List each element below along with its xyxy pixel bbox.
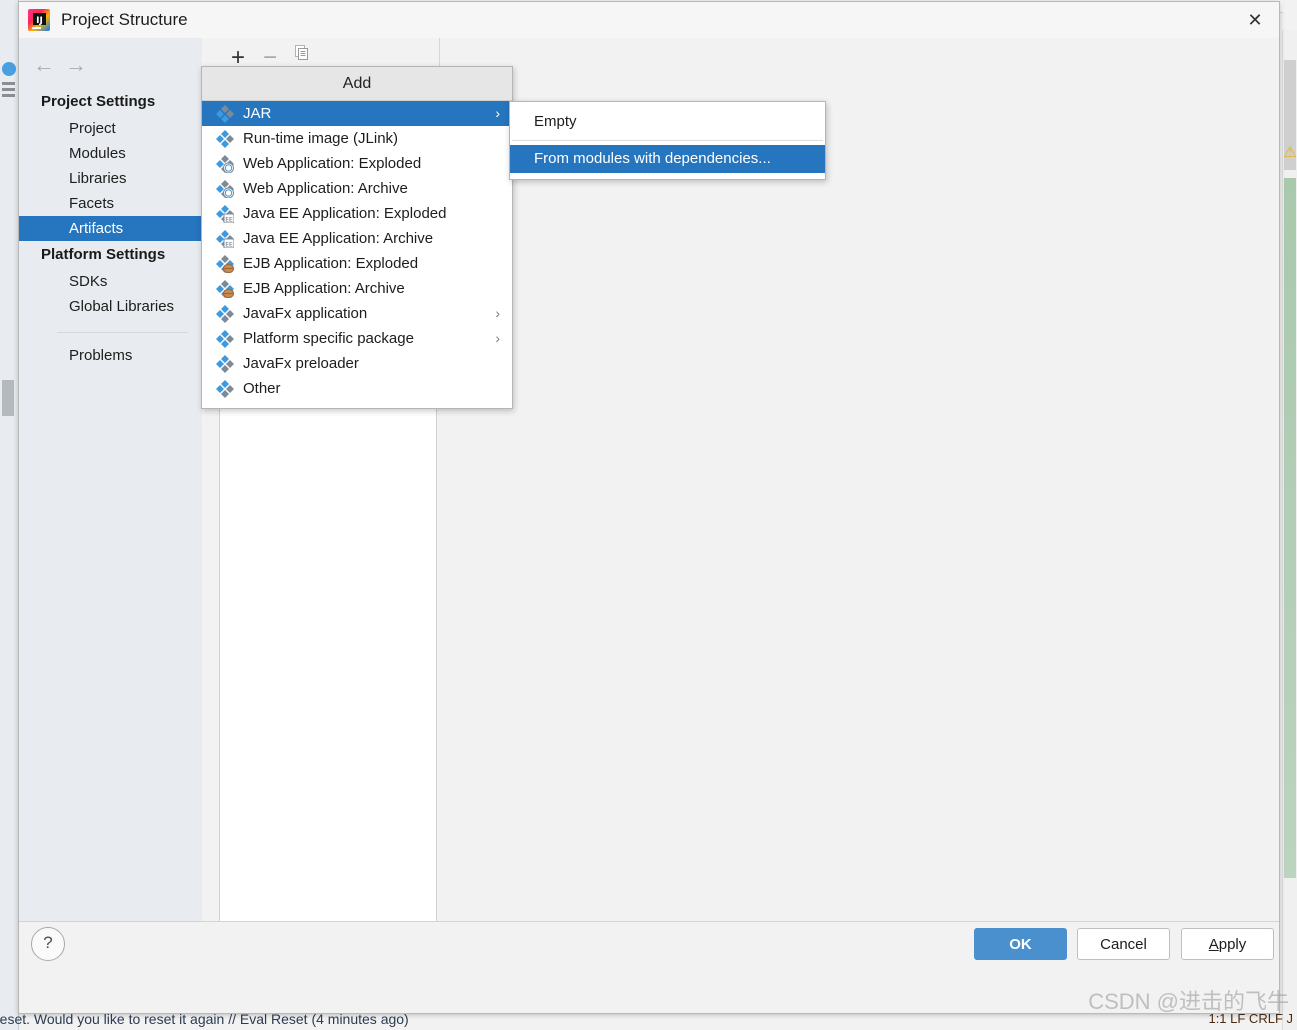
- sidebar-item-project[interactable]: Project: [19, 116, 202, 141]
- jar-submenu: Empty From modules with dependencies...: [509, 101, 826, 180]
- artifact-jar-icon: [216, 105, 234, 123]
- artifact-javafx-icon: [216, 305, 234, 323]
- menu-item-platform-specific-package[interactable]: Platform specific package ›: [202, 326, 512, 351]
- sidebar-item-artifacts[interactable]: Artifacts: [19, 216, 202, 241]
- menu-item-java-ee-application-exploded[interactable]: EE Java EE Application: Exploded: [202, 201, 512, 226]
- artifact-web-icon: [216, 155, 234, 173]
- dialog-button-bar: ? OK Cancel Apply: [19, 921, 1279, 968]
- add-menu-items: JAR › Run-time image (JLink) Web Applica…: [202, 101, 512, 408]
- menu-item-runtime-image-jlink[interactable]: Run-time image (JLink): [202, 126, 512, 151]
- sidebar-item-problems[interactable]: Problems: [19, 343, 202, 368]
- cancel-button[interactable]: Cancel: [1077, 928, 1170, 960]
- submenu-bottom-padding: [510, 173, 825, 179]
- menu-item-label: JAR: [243, 105, 272, 122]
- menu-item-java-ee-application-archive[interactable]: EE Java EE Application: Archive: [202, 226, 512, 251]
- sidebar-item-modules[interactable]: Modules: [19, 141, 202, 166]
- svg-text:EE: EE: [225, 217, 233, 224]
- warning-triangle-icon[interactable]: ⚠: [1283, 142, 1297, 164]
- menu-item-web-application-archive[interactable]: Web Application: Archive: [202, 176, 512, 201]
- intellij-idea-logo-icon: IJ: [28, 9, 50, 31]
- svg-text:EE: EE: [225, 242, 233, 249]
- submenu-item-empty[interactable]: Empty: [510, 108, 825, 136]
- menu-item-label: Web Application: Archive: [243, 180, 408, 197]
- sidebar-group-platform-settings: Platform Settings: [41, 246, 166, 263]
- menu-item-label: Run-time image (JLink): [243, 130, 399, 147]
- ok-button[interactable]: OK: [974, 928, 1067, 960]
- sidebar-item-facets[interactable]: Facets: [19, 191, 202, 216]
- artifact-web-icon: [216, 180, 234, 198]
- settings-sidebar: ← → Project Settings Project Modules Lib…: [19, 38, 202, 968]
- menu-bottom-padding: [202, 401, 512, 408]
- apply-rest: pply: [1218, 936, 1247, 953]
- menu-item-label: Other: [243, 380, 281, 397]
- menu-item-label: Platform specific package: [243, 330, 414, 347]
- menu-item-jar[interactable]: JAR ›: [202, 101, 512, 126]
- menu-item-javafx-preloader[interactable]: JavaFx preloader: [202, 351, 512, 376]
- menu-item-ejb-application-exploded[interactable]: EJB Application: Exploded: [202, 251, 512, 276]
- submenu-item-from-modules-with-dependencies[interactable]: From modules with dependencies...: [510, 145, 825, 173]
- close-icon[interactable]: ✕: [1231, 2, 1279, 38]
- sidebar-item-global-libraries[interactable]: Global Libraries: [19, 294, 202, 319]
- ide-rail-lines-icon-2: [2, 88, 15, 91]
- ide-scrollbar-track-highlight: [1284, 178, 1296, 878]
- menu-item-label: JavaFx preloader: [243, 355, 359, 372]
- sidebar-item-sdks[interactable]: SDKs: [19, 269, 202, 294]
- menu-item-ejb-application-archive[interactable]: EJB Application: Archive: [202, 276, 512, 301]
- artifact-other-icon: [216, 380, 234, 398]
- menu-item-label: Java EE Application: Exploded: [243, 205, 447, 222]
- artifact-preloader-icon: [216, 355, 234, 373]
- svg-text:IJ: IJ: [36, 16, 43, 26]
- artifact-jlink-icon: [216, 130, 234, 148]
- ide-rail-lines-icon-3: [2, 94, 15, 97]
- ide-rail-scroll-thumb[interactable]: [2, 380, 14, 416]
- forward-arrow-icon[interactable]: →: [59, 48, 93, 82]
- artifact-javaee-icon: EE: [216, 230, 234, 248]
- apply-mnemonic: A: [1208, 936, 1219, 953]
- settings-tree: Project Settings Project Modules Librari…: [19, 88, 202, 368]
- menu-item-other[interactable]: Other: [202, 376, 512, 401]
- chevron-right-icon: ›: [495, 330, 500, 346]
- chevron-right-icon: ›: [495, 305, 500, 321]
- sidebar-divider: [57, 332, 188, 333]
- menu-item-label: Web Application: Exploded: [243, 155, 422, 172]
- artifact-detail-pane: [438, 78, 1279, 966]
- menu-item-label: Java EE Application: Archive: [243, 230, 434, 247]
- add-menu-header: Add: [202, 67, 512, 101]
- artifact-ejb-icon: [216, 280, 234, 298]
- chevron-right-icon: ›: [495, 105, 500, 121]
- ide-rail-lines-icon-1: [2, 82, 15, 85]
- back-arrow-icon[interactable]: ←: [27, 48, 61, 82]
- sidebar-group-project-settings: Project Settings: [41, 93, 156, 110]
- apply-button[interactable]: Apply: [1181, 928, 1274, 960]
- ide-left-tool-rail[interactable]: [0, 0, 19, 1030]
- menu-item-label: EJB Application: Exploded: [243, 255, 419, 272]
- menu-item-javafx-application[interactable]: JavaFx application ›: [202, 301, 512, 326]
- ide-rail-circle-icon: [2, 62, 16, 76]
- sidebar-item-libraries[interactable]: Libraries: [19, 166, 202, 191]
- dialog-title: Project Structure: [61, 10, 188, 29]
- add-artifact-menu: Add JAR › Run-time image (JLink) Web App…: [201, 66, 513, 409]
- menu-item-label: JavaFx application: [243, 305, 368, 322]
- menu-item-web-application-exploded[interactable]: Web Application: Exploded: [202, 151, 512, 176]
- sidebar-navigation: ← →: [23, 48, 193, 82]
- artifact-javaee-icon: EE: [216, 205, 234, 223]
- submenu-divider: [512, 140, 823, 141]
- artifact-ejb-icon: [216, 255, 234, 273]
- dialog-titlebar: IJ Project Structure ✕: [19, 2, 1279, 39]
- copy-icon: [295, 45, 308, 60]
- help-button[interactable]: ?: [31, 927, 65, 961]
- menu-item-label: EJB Application: Archive: [243, 280, 405, 297]
- artifact-platform-icon: [216, 330, 234, 348]
- ide-editor-scrollbar[interactable]: ⚠: [1282, 30, 1297, 1030]
